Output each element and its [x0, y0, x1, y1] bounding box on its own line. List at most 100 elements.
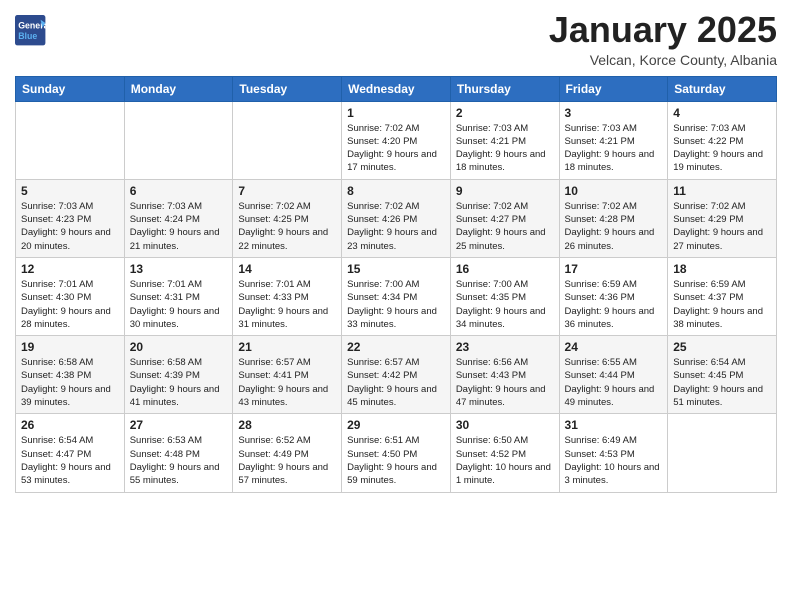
day-info: Sunrise: 6:57 AM Sunset: 4:41 PM Dayligh… — [238, 356, 336, 409]
logo: General Blue — [15, 15, 50, 47]
calendar-cell: 14Sunrise: 7:01 AM Sunset: 4:33 PM Dayli… — [233, 257, 342, 335]
day-number: 29 — [347, 418, 445, 432]
day-header-tuesday: Tuesday — [233, 76, 342, 101]
day-info: Sunrise: 7:03 AM Sunset: 4:23 PM Dayligh… — [21, 200, 119, 253]
calendar-week-2: 5Sunrise: 7:03 AM Sunset: 4:23 PM Daylig… — [16, 179, 777, 257]
day-info: Sunrise: 6:54 AM Sunset: 4:47 PM Dayligh… — [21, 434, 119, 487]
day-header-saturday: Saturday — [668, 76, 777, 101]
day-info: Sunrise: 6:52 AM Sunset: 4:49 PM Dayligh… — [238, 434, 336, 487]
day-info: Sunrise: 7:02 AM Sunset: 4:20 PM Dayligh… — [347, 122, 445, 175]
day-number: 9 — [456, 184, 554, 198]
day-info: Sunrise: 7:02 AM Sunset: 4:29 PM Dayligh… — [673, 200, 771, 253]
day-number: 16 — [456, 262, 554, 276]
day-number: 14 — [238, 262, 336, 276]
day-info: Sunrise: 7:02 AM Sunset: 4:27 PM Dayligh… — [456, 200, 554, 253]
calendar-page: General Blue January 2025 Velcan, Korce … — [0, 0, 792, 508]
calendar-cell: 30 Sunrise: 6:50 AM Sunset: 4:52 PM Dayli… — [450, 414, 559, 492]
day-number: 11 — [673, 184, 771, 198]
day-number: 13 — [130, 262, 228, 276]
subtitle: Velcan, Korce County, Albania — [549, 52, 777, 68]
day-number: 15 — [347, 262, 445, 276]
calendar-cell: 7 Sunrise: 7:02 AM Sunset: 4:25 PM Daylig… — [233, 179, 342, 257]
day-number: 3 — [565, 106, 663, 120]
calendar-cell: 21 Sunrise: 6:57 AM Sunset: 4:41 PM Dayli… — [233, 336, 342, 414]
day-number: 22 — [347, 340, 445, 354]
calendar-cell: 11 Sunrise: 7:02 AM Sunset: 4:29 PM Dayli… — [668, 179, 777, 257]
day-number: 21 — [238, 340, 336, 354]
calendar-week-4: 19Sunrise: 6:58 AM Sunset: 4:38 PM Dayli… — [16, 336, 777, 414]
calendar-cell: 23 Sunrise: 6:56 AM Sunset: 4:43 PM Dayli… — [450, 336, 559, 414]
day-info: Sunrise: 6:49 AM Sunset: 4:53 PM Dayligh… — [565, 434, 663, 487]
calendar-cell: 31Sunrise: 6:49 AM Sunset: 4:53 PM Dayli… — [559, 414, 668, 492]
calendar-cell: 15 Sunrise: 7:00 AM Sunset: 4:34 PM Dayli… — [342, 257, 451, 335]
calendar-cell: 20 Sunrise: 6:58 AM Sunset: 4:39 PM Dayli… — [124, 336, 233, 414]
day-number: 7 — [238, 184, 336, 198]
calendar-cell: 19Sunrise: 6:58 AM Sunset: 4:38 PM Dayli… — [16, 336, 125, 414]
day-info: Sunrise: 7:03 AM Sunset: 4:21 PM Dayligh… — [565, 122, 663, 175]
calendar-week-5: 26 Sunrise: 6:54 AM Sunset: 4:47 PM Dayli… — [16, 414, 777, 492]
calendar-cell: 26 Sunrise: 6:54 AM Sunset: 4:47 PM Dayli… — [16, 414, 125, 492]
day-number: 1 — [347, 106, 445, 120]
day-info: Sunrise: 6:58 AM Sunset: 4:38 PM Dayligh… — [21, 356, 119, 409]
logo-icon: General Blue — [15, 15, 47, 47]
day-header-monday: Monday — [124, 76, 233, 101]
calendar-cell — [16, 101, 125, 179]
day-info: Sunrise: 6:59 AM Sunset: 4:36 PM Dayligh… — [565, 278, 663, 331]
day-info: Sunrise: 7:02 AM Sunset: 4:25 PM Dayligh… — [238, 200, 336, 253]
day-info: Sunrise: 6:51 AM Sunset: 4:50 PM Dayligh… — [347, 434, 445, 487]
month-title: January 2025 — [549, 10, 777, 50]
calendar-cell: 29 Sunrise: 6:51 AM Sunset: 4:50 PM Dayli… — [342, 414, 451, 492]
calendar-cell: 17 Sunrise: 6:59 AM Sunset: 4:36 PM Dayli… — [559, 257, 668, 335]
day-info: Sunrise: 6:50 AM Sunset: 4:52 PM Dayligh… — [456, 434, 554, 487]
calendar-cell: 8 Sunrise: 7:02 AM Sunset: 4:26 PM Daylig… — [342, 179, 451, 257]
day-header-wednesday: Wednesday — [342, 76, 451, 101]
day-number: 8 — [347, 184, 445, 198]
day-info: Sunrise: 6:59 AM Sunset: 4:37 PM Dayligh… — [673, 278, 771, 331]
calendar-cell: 4Sunrise: 7:03 AM Sunset: 4:22 PM Daylig… — [668, 101, 777, 179]
day-info: Sunrise: 7:00 AM Sunset: 4:34 PM Dayligh… — [347, 278, 445, 331]
header: General Blue January 2025 Velcan, Korce … — [15, 10, 777, 68]
day-number: 17 — [565, 262, 663, 276]
day-info: Sunrise: 7:01 AM Sunset: 4:31 PM Dayligh… — [130, 278, 228, 331]
day-info: Sunrise: 7:00 AM Sunset: 4:35 PM Dayligh… — [456, 278, 554, 331]
day-number: 30 — [456, 418, 554, 432]
day-number: 28 — [238, 418, 336, 432]
day-header-sunday: Sunday — [16, 76, 125, 101]
day-info: Sunrise: 6:53 AM Sunset: 4:48 PM Dayligh… — [130, 434, 228, 487]
day-number: 2 — [456, 106, 554, 120]
day-number: 10 — [565, 184, 663, 198]
day-info: Sunrise: 7:03 AM Sunset: 4:22 PM Dayligh… — [673, 122, 771, 175]
calendar-cell: 6 Sunrise: 7:03 AM Sunset: 4:24 PM Daylig… — [124, 179, 233, 257]
day-info: Sunrise: 7:03 AM Sunset: 4:21 PM Dayligh… — [456, 122, 554, 175]
day-info: Sunrise: 6:56 AM Sunset: 4:43 PM Dayligh… — [456, 356, 554, 409]
day-number: 18 — [673, 262, 771, 276]
day-number: 6 — [130, 184, 228, 198]
calendar-cell — [233, 101, 342, 179]
day-info: Sunrise: 6:54 AM Sunset: 4:45 PM Dayligh… — [673, 356, 771, 409]
calendar-cell: 2 Sunrise: 7:03 AM Sunset: 4:21 PM Daylig… — [450, 101, 559, 179]
day-number: 24 — [565, 340, 663, 354]
calendar-cell: 10 Sunrise: 7:02 AM Sunset: 4:28 PM Dayli… — [559, 179, 668, 257]
day-number: 26 — [21, 418, 119, 432]
calendar-cell: 12Sunrise: 7:01 AM Sunset: 4:30 PM Dayli… — [16, 257, 125, 335]
calendar-cell — [668, 414, 777, 492]
calendar-cell: 5Sunrise: 7:03 AM Sunset: 4:23 PM Daylig… — [16, 179, 125, 257]
calendar-table: SundayMondayTuesdayWednesdayThursdayFrid… — [15, 76, 777, 493]
calendar-cell: 22Sunrise: 6:57 AM Sunset: 4:42 PM Dayli… — [342, 336, 451, 414]
day-number: 20 — [130, 340, 228, 354]
calendar-cell: 3 Sunrise: 7:03 AM Sunset: 4:21 PM Daylig… — [559, 101, 668, 179]
day-info: Sunrise: 6:58 AM Sunset: 4:39 PM Dayligh… — [130, 356, 228, 409]
calendar-cell: 24Sunrise: 6:55 AM Sunset: 4:44 PM Dayli… — [559, 336, 668, 414]
calendar-cell — [124, 101, 233, 179]
calendar-cell: 1 Sunrise: 7:02 AM Sunset: 4:20 PM Daylig… — [342, 101, 451, 179]
day-info: Sunrise: 7:02 AM Sunset: 4:28 PM Dayligh… — [565, 200, 663, 253]
day-number: 12 — [21, 262, 119, 276]
day-number: 23 — [456, 340, 554, 354]
calendar-body: 1 Sunrise: 7:02 AM Sunset: 4:20 PM Daylig… — [16, 101, 777, 492]
svg-text:Blue: Blue — [18, 31, 37, 41]
calendar-cell: 27Sunrise: 6:53 AM Sunset: 4:48 PM Dayli… — [124, 414, 233, 492]
day-info: Sunrise: 7:02 AM Sunset: 4:26 PM Dayligh… — [347, 200, 445, 253]
title-block: January 2025 Velcan, Korce County, Alban… — [549, 10, 777, 68]
day-number: 25 — [673, 340, 771, 354]
day-info: Sunrise: 7:03 AM Sunset: 4:24 PM Dayligh… — [130, 200, 228, 253]
